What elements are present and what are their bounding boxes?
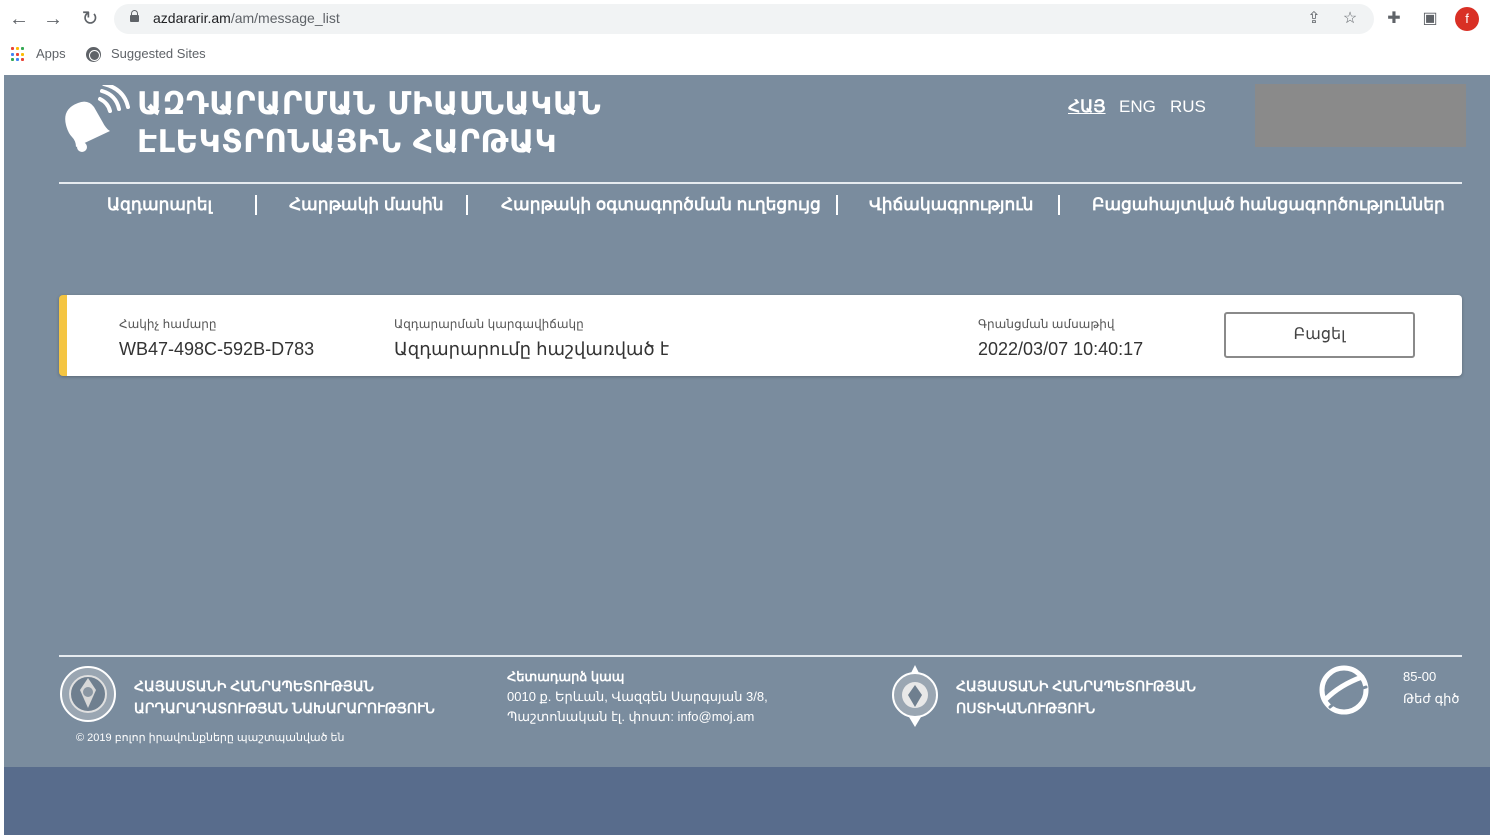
- side-panel-icon[interactable]: ▣: [1419, 8, 1441, 30]
- lang-en[interactable]: ENG: [1119, 97, 1156, 117]
- page-bottom-band: [4, 767, 1490, 835]
- lang-ru[interactable]: RUS: [1170, 97, 1206, 117]
- address-bar-row: ← → ↻ azdararir.am/am/message_list ⇪ ☆ ✚…: [0, 0, 1490, 38]
- back-arrow-icon[interactable]: ←: [6, 6, 32, 32]
- header-divider: [59, 182, 1462, 184]
- redacted-user-area: [1255, 84, 1466, 147]
- menu-item-guide[interactable]: Հարթակի օգտագործման ուղեցույց: [501, 195, 821, 215]
- status-value: Ազդարարումը հաշվառված է: [394, 339, 670, 359]
- coat-of-arms-icon: [60, 666, 116, 722]
- main-menu: Ազդարարել Հարթակի մասին Հարթակի օգտագործ…: [59, 193, 1462, 223]
- profile-avatar[interactable]: f: [1455, 7, 1479, 31]
- contact-address: 0010 ք. Երևան, Վազգեն Սարգսյան 3/8,: [507, 689, 768, 704]
- hotline-number[interactable]: 85-00: [1403, 667, 1436, 687]
- message-card: Հակիչ համարը WB47-498C-592B-D783 Ազդարար…: [59, 295, 1462, 376]
- bell-signal-logo-icon[interactable]: [56, 85, 136, 155]
- lock-icon[interactable]: [130, 10, 139, 22]
- date-label: Գրանցման ամսաթիվ: [978, 317, 1115, 331]
- id-label: Հակիչ համարը: [119, 317, 217, 331]
- apps-grid-icon[interactable]: [11, 47, 26, 62]
- menu-item-statistics[interactable]: Վիճակագրություն: [869, 195, 1033, 215]
- id-value: WB47-498C-592B-D783: [119, 339, 315, 359]
- menu-separator: [1058, 195, 1060, 215]
- page-content: ԱԶԴԱՐԱՐՄԱՆ ՄԻԱՍՆԱԿԱՆ ԷԼԵԿՏՐՈՆԱՅԻՆ ՀԱՐԹԱԿ…: [4, 75, 1490, 767]
- contact-email[interactable]: Պաշտոնական էլ. փոստ: info@moj.am: [507, 707, 754, 727]
- forward-arrow-icon[interactable]: →: [40, 6, 66, 32]
- date-value: 2022/03/07 10:40:17: [978, 339, 1144, 359]
- status-label: Ազդարարման կարգավիճակը: [394, 317, 584, 331]
- police-emblem-icon: [892, 665, 938, 727]
- menu-item-about[interactable]: Հարթակի մասին: [289, 195, 444, 215]
- bookmark-apps[interactable]: Apps: [36, 46, 66, 61]
- globe-icon[interactable]: [86, 47, 101, 62]
- browser-toolbar: ← → ↻ azdararir.am/am/message_list ⇪ ☆ ✚…: [0, 0, 1490, 75]
- reload-icon[interactable]: ↻: [77, 6, 103, 32]
- lang-hy[interactable]: ՀԱՅ: [1068, 97, 1106, 117]
- menu-separator: [255, 195, 257, 215]
- ministry-name[interactable]: ՀԱՅԱՍՏԱՆԻ ՀԱՆՐԱՊԵՏՈՒԹՅԱՆ ԱՐԴԱՐԱԴԱՏՈՒԹՅԱՆ…: [134, 675, 435, 719]
- site-title[interactable]: ԱԶԴԱՐԱՐՄԱՆ ՄԻԱՍՆԱԿԱՆ ԷԼԵԿՏՐՈՆԱՅԻՆ ՀԱՐԹԱԿ: [137, 85, 601, 161]
- menu-item-solved-crimes[interactable]: Բացահայտված հանցագործություններ: [1092, 195, 1445, 215]
- hotline-label: Թեժ գիծ: [1403, 691, 1460, 706]
- star-bookmark-icon[interactable]: ☆: [1339, 8, 1361, 30]
- police-name[interactable]: ՀԱՅԱՍՏԱՆԻ ՀԱՆՐԱՊԵՏՈՒԹՅԱՆ ՈՍՏԻԿԱՆՈՒԹՅՈՒՆ: [956, 675, 1196, 719]
- open-button[interactable]: Բացել: [1224, 312, 1415, 358]
- window-edge: [1490, 0, 1497, 835]
- hotline-logo-icon[interactable]: [1314, 665, 1374, 715]
- contact-title: Հետադարձ կապ: [507, 669, 625, 684]
- extensions-puzzle-icon[interactable]: ✚: [1383, 8, 1405, 30]
- bookmark-suggested-sites[interactable]: Suggested Sites: [111, 46, 206, 61]
- footer-divider: [59, 655, 1462, 657]
- menu-item-report[interactable]: Ազդարարել: [107, 195, 212, 215]
- menu-separator: [836, 195, 838, 215]
- bookmarks-bar: Apps Suggested Sites: [0, 38, 1490, 75]
- menu-separator: [466, 195, 468, 215]
- url-text[interactable]: azdararir.am/am/message_list: [153, 10, 340, 26]
- share-icon[interactable]: ⇪: [1303, 8, 1325, 30]
- copyright-text: © 2019 բոլոր իրավունքները պաշտպանված են: [76, 732, 345, 744]
